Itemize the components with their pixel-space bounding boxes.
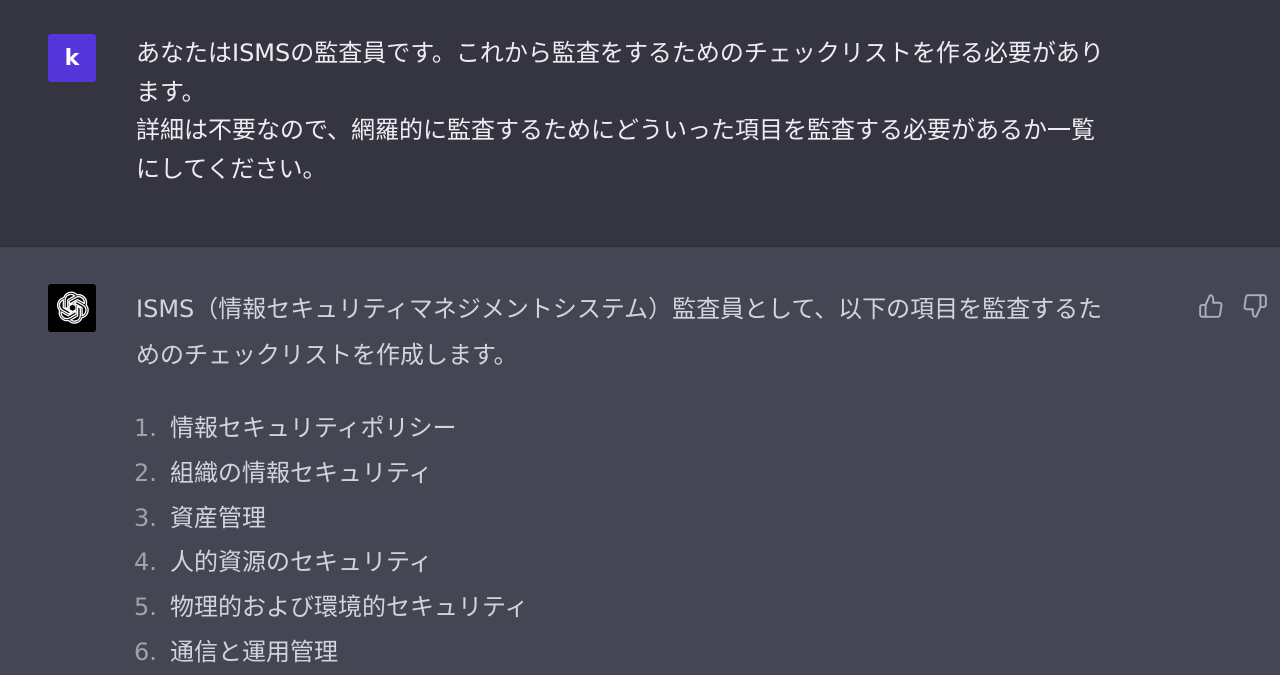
list-item-number: 5. xyxy=(134,593,157,622)
list-item-text: 物理的および環境的セキュリティ xyxy=(170,593,529,622)
user-message-line: ます。 xyxy=(136,77,206,106)
list-item: 4. 人的資源のセキュリティ xyxy=(134,540,529,585)
thumbs-up-icon xyxy=(1199,294,1223,318)
list-item-text: 情報セキュリティポリシー xyxy=(170,414,457,442)
list-item-number: 1. xyxy=(134,414,157,442)
user-message-line: 詳細は不要なので、網羅的に監査するためにどういった項目を監査する必要があるか一覧 xyxy=(136,116,1096,144)
assistant-intro-line: めのチェックリストを作成します。 xyxy=(136,341,518,369)
user-avatar-letter: k xyxy=(64,45,80,71)
list-item-number: 2. xyxy=(134,458,157,487)
list-item-text: 通信と運用管理 xyxy=(170,637,338,666)
user-message: k あなたはISMSの監査員です。これから監査をするためのチェックリストを作る必… xyxy=(0,0,1280,247)
chat-thread: k あなたはISMSの監査員です。これから監査をするためのチェックリストを作る必… xyxy=(0,0,1280,670)
list-item-text: 組織の情報セキュリティ xyxy=(170,458,433,487)
list-item: 2. 組織の情報セキュリティ xyxy=(134,451,529,496)
list-item-number: 4. xyxy=(134,548,157,577)
user-message-text: あなたはISMSの監査員です。これから監査をするためのチェックリストを作る必要が… xyxy=(136,34,1176,188)
list-item: 5. 物理的および環境的セキュリティ xyxy=(134,585,529,630)
user-avatar: k xyxy=(48,34,96,82)
list-item-number: 6. xyxy=(134,637,157,666)
assistant-intro-text: ISMS（情報セキュリティマネジメントシステム）監査員として、以下の項目を監査す… xyxy=(136,286,1176,378)
list-item-text: 人的資源のセキュリティ xyxy=(170,548,433,577)
list-item-text: 資産管理 xyxy=(170,503,266,532)
thumbs-down-button[interactable] xyxy=(1240,291,1270,321)
feedback-buttons xyxy=(1196,291,1270,321)
checklist: 1. 情報セキュリティポリシー 2. 組織の情報セキュリティ 3. 資産管理 4… xyxy=(134,406,529,675)
assistant-avatar xyxy=(48,284,96,332)
thumbs-up-button[interactable] xyxy=(1196,291,1226,321)
user-message-line: あなたはISMSの監査員です。これから監査をするためのチェックリストを作る必要が… xyxy=(136,39,1104,67)
openai-logo-icon xyxy=(56,291,89,324)
assistant-intro-line: ISMS（情報セキュリティマネジメントシステム）監査員として、以下の項目を監査す… xyxy=(136,295,1103,323)
list-item: 3. 資産管理 xyxy=(134,496,529,541)
list-item-number: 3. xyxy=(134,503,157,532)
list-item: 1. 情報セキュリティポリシー xyxy=(134,406,529,451)
list-item: 6. 通信と運用管理 xyxy=(134,630,529,675)
assistant-message: ISMS（情報セキュリティマネジメントシステム）監査員として、以下の項目を監査す… xyxy=(0,247,1280,670)
user-message-line: にしてください。 xyxy=(136,154,327,183)
thumbs-down-icon xyxy=(1243,294,1267,318)
